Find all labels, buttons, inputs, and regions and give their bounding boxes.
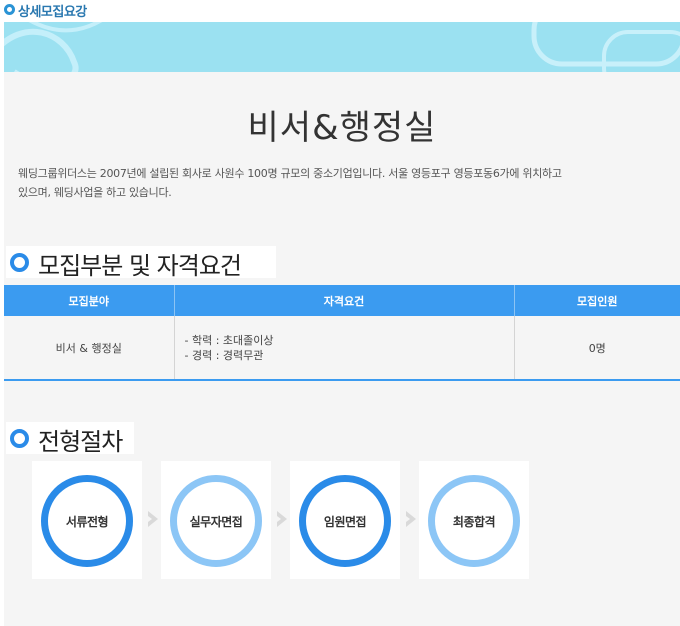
- decorative-banner: [4, 22, 680, 72]
- company-description: 웨딩그룹위더스는 2007년에 설립된 회사로 사원수 100명 규모의 중소기…: [18, 164, 678, 202]
- section-title: 전형절차: [38, 428, 123, 456]
- table-row: 비서 & 행정실 - 학력 : 초대졸이상 - 경력 : 경력무관 0명: [4, 316, 680, 381]
- page-header: 상세모집요강: [0, 0, 680, 22]
- column-header-requirements: 자격요건: [174, 285, 515, 316]
- bullet-circle-icon: [4, 4, 15, 15]
- step-practical-interview: 실무자면접: [161, 461, 271, 579]
- requirements-table: 모집분야 자격요건 모집인원 비서 & 행정실 - 학력 : 초대졸이상 - 경…: [4, 285, 680, 381]
- chevron-right-icon: [406, 511, 416, 527]
- cell-field: 비서 & 행정실: [4, 316, 175, 381]
- column-header-count: 모집인원: [514, 285, 680, 316]
- recruitment-panel: 비서&행정실 웨딩그룹위더스는 2007년에 설립된 회사로 사원수 100명 …: [4, 22, 680, 626]
- section-title: 모집부분 및 자격요건: [38, 252, 242, 280]
- chevron-right-icon: [148, 511, 158, 527]
- section-bullet-icon: [10, 253, 29, 272]
- step-final-pass: 최종합격: [419, 461, 529, 579]
- step-document-screening: 서류전형: [32, 461, 142, 579]
- chevron-right-icon: [277, 511, 287, 527]
- description-line: 있으며, 웨딩사업을 하고 있습니다.: [18, 186, 172, 199]
- requirement-experience: - 경력 : 경력무관: [184, 348, 264, 362]
- step-executive-interview: 임원면접: [290, 461, 400, 579]
- cell-count: 0명: [514, 316, 680, 381]
- job-title: 비서&행정실: [247, 108, 437, 148]
- step-label: 최종합격: [452, 515, 496, 529]
- table-header-row: 모집분야 자격요건 모집인원: [4, 285, 680, 316]
- cell-requirements: - 학력 : 초대졸이상 - 경력 : 경력무관: [174, 316, 515, 381]
- description-line: 웨딩그룹위더스는 2007년에 설립된 회사로 사원수 100명 규모의 중소기…: [18, 167, 562, 180]
- requirement-education: - 학력 : 초대졸이상: [184, 333, 274, 347]
- section-bullet-icon: [10, 429, 29, 448]
- step-label: 서류전형: [65, 515, 109, 529]
- column-header-field: 모집분야: [4, 285, 175, 316]
- step-label: 실무자면접: [189, 515, 243, 529]
- page-title: 상세모집요강: [18, 5, 87, 20]
- process-steps: 서류전형 실무자면접 임원면접 최종합격: [32, 461, 552, 579]
- step-label: 임원면접: [323, 515, 367, 529]
- wave-decoration-icon: [4, 22, 680, 72]
